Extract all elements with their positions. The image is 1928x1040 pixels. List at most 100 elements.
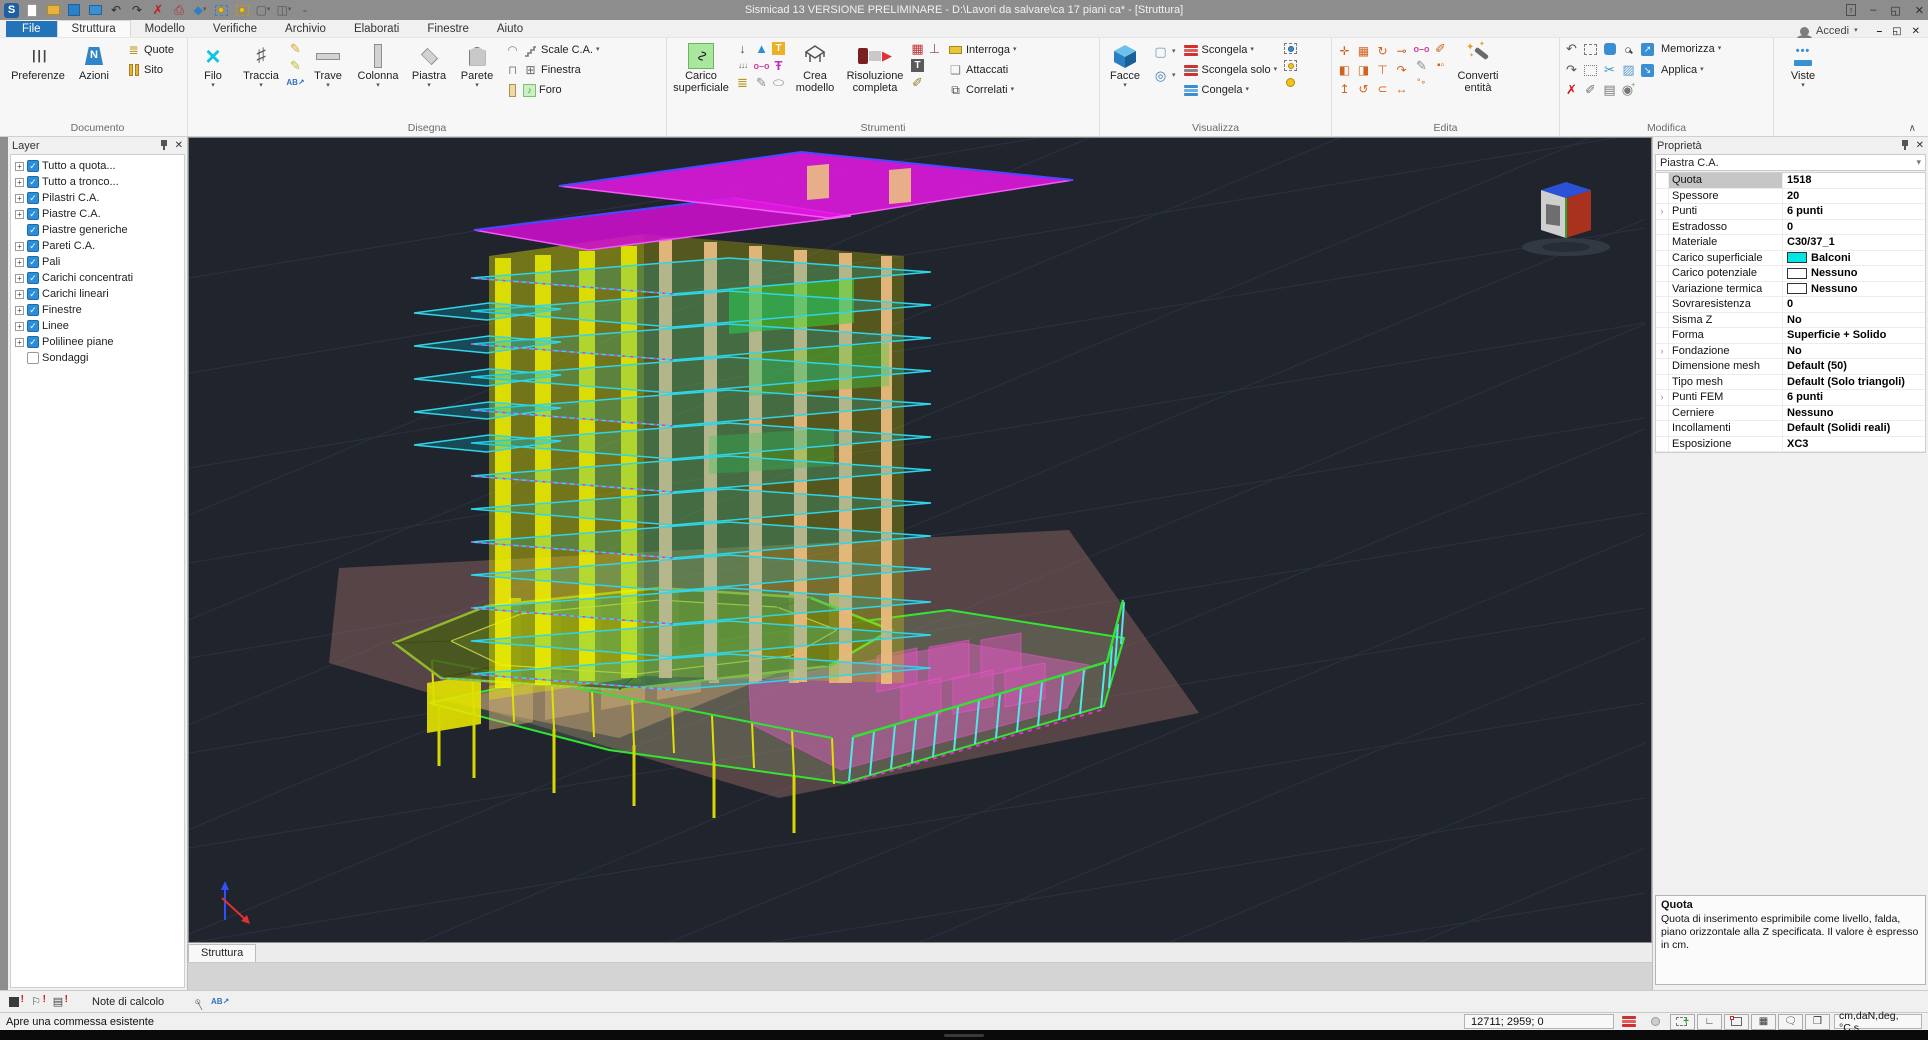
select-show-icon[interactable] bbox=[1282, 40, 1299, 57]
select-all-icon[interactable] bbox=[1601, 41, 1618, 58]
ortho-toggle[interactable]: ∟ bbox=[1697, 1014, 1722, 1030]
ellipse-icon[interactable]: ⬭︎ bbox=[770, 74, 787, 91]
finestra-button[interactable]: ⊓ ⊞ Finestra bbox=[502, 60, 602, 80]
risoluzione-completa-button[interactable]: ▶ Risoluzione completa bbox=[843, 39, 907, 95]
restore-button[interactable]: ◱ bbox=[1890, 4, 1900, 17]
properties-pin-icon[interactable] bbox=[1901, 140, 1909, 150]
facce-button[interactable]: Facce▾ bbox=[1103, 39, 1147, 89]
layer-item[interactable]: +✓Linee bbox=[15, 318, 184, 334]
window-icon[interactable]: ▢▾ bbox=[255, 2, 271, 18]
property-row[interactable]: Quota1518 bbox=[1656, 173, 1925, 189]
scongela-solo-button[interactable]: Scongela solo▾ bbox=[1181, 60, 1281, 80]
move-icon[interactable]: ✛ bbox=[1335, 41, 1354, 60]
stretch-icon[interactable]: ↥ bbox=[1335, 79, 1354, 98]
copy-array-icon[interactable]: ▦ bbox=[1354, 41, 1373, 60]
layer-checkbox[interactable]: ✓ bbox=[27, 176, 39, 188]
delete-red-icon[interactable]: ✗ bbox=[1563, 81, 1580, 98]
tooltip-toggle[interactable]: 🗨︎ bbox=[1778, 1014, 1803, 1030]
layer-item[interactable]: +✓Sondaggi bbox=[15, 350, 184, 366]
match-brush-icon[interactable]: ✐ bbox=[1432, 40, 1449, 57]
minimize-button[interactable]: – bbox=[1870, 4, 1876, 16]
property-row[interactable]: ›Punti FEM6 punti bbox=[1656, 390, 1925, 406]
congela-button[interactable]: Congela▾ bbox=[1181, 80, 1281, 100]
viewcube-icon[interactable]: ▢ bbox=[1152, 44, 1169, 61]
trave-button[interactable]: Trave▾ bbox=[306, 39, 350, 89]
new-document-icon[interactable] bbox=[24, 2, 40, 18]
offset-icon[interactable]: ⊸ bbox=[1392, 41, 1411, 60]
preferenze-button[interactable]: ☰ Preferenze bbox=[11, 39, 65, 83]
layer-item[interactable]: +✓Carichi lineari bbox=[15, 286, 184, 302]
ribbon-pin-icon[interactable]: ↑ bbox=[1846, 4, 1857, 16]
carico-superficiale-button[interactable]: ∿ Carico superficiale bbox=[670, 39, 732, 95]
row-expander-icon[interactable]: › bbox=[1656, 390, 1669, 405]
link-pink-icon[interactable]: o–o bbox=[753, 57, 770, 74]
layers-status-icon[interactable] bbox=[1616, 1014, 1641, 1030]
grid-toggle[interactable]: ▦ bbox=[1751, 1014, 1776, 1030]
layer-checkbox[interactable]: ✓ bbox=[27, 224, 39, 236]
interroga-button[interactable]: Interroga▾ bbox=[945, 40, 1020, 60]
layer-checkbox[interactable]: ✓ bbox=[27, 304, 39, 316]
select-dots-icon[interactable] bbox=[1582, 62, 1599, 79]
layer-item[interactable]: +✓Pareti C.A. bbox=[15, 238, 184, 254]
join-pink-icon[interactable]: o–o bbox=[1413, 40, 1430, 57]
property-row[interactable]: Sovraresistenza0 bbox=[1656, 297, 1925, 313]
crea-modello-button[interactable]: Crea modello bbox=[789, 39, 841, 95]
concentric-icon[interactable]: ⊂ bbox=[1373, 79, 1392, 98]
layer-checkbox[interactable]: ✓ bbox=[27, 192, 39, 204]
save-icon[interactable] bbox=[66, 2, 82, 18]
tab-struttura[interactable]: Struttura bbox=[57, 20, 131, 37]
layer-checkbox[interactable]: ✓ bbox=[27, 320, 39, 332]
snapshot-icon[interactable]: ◉+ bbox=[1620, 81, 1637, 98]
edit-pencil-icon[interactable]: ✎ bbox=[1413, 57, 1430, 74]
find-icon[interactable]: ○ bbox=[1620, 41, 1637, 58]
stop-warning-icon[interactable]: ! bbox=[6, 994, 22, 1010]
apply-view-icon[interactable]: ↘ bbox=[1639, 62, 1656, 79]
tab-verifiche[interactable]: Verifiche bbox=[199, 21, 271, 37]
tab-elaborati[interactable]: Elaborati bbox=[340, 21, 413, 37]
expand-icon[interactable]: + bbox=[15, 290, 24, 299]
redo-icon[interactable]: ↷ bbox=[129, 2, 145, 18]
lightbulb-icon[interactable] bbox=[1282, 74, 1299, 91]
tile-windows-icon[interactable]: ◫▾ bbox=[276, 2, 292, 18]
layer-checkbox[interactable]: ✓ bbox=[27, 208, 39, 220]
open-folder-icon[interactable] bbox=[45, 2, 61, 18]
expand-icon[interactable]: + bbox=[15, 258, 24, 267]
expand-icon[interactable]: + bbox=[15, 210, 24, 219]
select-light-solo-icon[interactable] bbox=[234, 2, 250, 18]
layer-item[interactable]: +✓Pali bbox=[15, 254, 184, 270]
property-row[interactable]: FormaSuperficie + Solido bbox=[1656, 328, 1925, 344]
correlati-button[interactable]: ⧉︎ Correlati▾ bbox=[945, 80, 1020, 100]
qat-overflow-icon[interactable]: ₌ bbox=[297, 2, 313, 18]
point-load-icon[interactable]: ↓ bbox=[734, 40, 751, 57]
colonna-button[interactable]: Colonna▾ bbox=[352, 39, 404, 89]
tab-modello[interactable]: Modello bbox=[131, 21, 199, 37]
masonry-icon[interactable]: ▦ bbox=[909, 40, 926, 57]
bulb-status-icon[interactable] bbox=[1643, 1014, 1668, 1030]
foro-button[interactable]: ♪ Foro bbox=[502, 80, 602, 100]
doc-minimize-button[interactable]: – bbox=[1877, 26, 1883, 37]
plinto-icon[interactable]: ▲ bbox=[753, 40, 770, 57]
snap-rect-toggle[interactable] bbox=[1724, 1014, 1749, 1030]
solid-view-toggle[interactable]: ❒︎ bbox=[1805, 1014, 1830, 1030]
layer-checkbox[interactable]: ✓ bbox=[27, 352, 39, 364]
delete-icon[interactable]: ✗ bbox=[150, 2, 166, 18]
property-row[interactable]: ›FondazioneNo bbox=[1656, 344, 1925, 360]
open-project-icon[interactable] bbox=[87, 2, 103, 18]
filo-button[interactable]: × Filo▾ bbox=[191, 39, 235, 89]
spin-icon[interactable]: ↺ bbox=[1354, 79, 1373, 98]
layer-item[interactable]: +✓Polilinee piane bbox=[15, 334, 184, 350]
row-expander-icon[interactable]: › bbox=[1656, 204, 1669, 219]
search-icon[interactable]: ○╲ bbox=[190, 994, 206, 1010]
viewport-tab-struttura[interactable]: Struttura bbox=[188, 944, 256, 962]
layer-item[interactable]: +✓Piastre C.A. bbox=[15, 206, 184, 222]
expand-icon[interactable]: + bbox=[15, 178, 24, 187]
layer-checkbox[interactable]: ✓ bbox=[27, 256, 39, 268]
layer-pin-icon[interactable] bbox=[160, 140, 168, 150]
applica-button[interactable]: Applica▾ bbox=[1658, 60, 1707, 80]
load-list-icon[interactable]: ≣ bbox=[734, 74, 751, 91]
viste-button[interactable]: ••• Viste▾ bbox=[1779, 39, 1827, 89]
property-row[interactable]: Carico potenzialeNessuno bbox=[1656, 266, 1925, 282]
scale-stretch-icon[interactable]: ↔ bbox=[1392, 79, 1411, 98]
property-row[interactable]: EsposizioneXC3 bbox=[1656, 437, 1925, 453]
undo-icon[interactable]: ↶ bbox=[108, 2, 124, 18]
